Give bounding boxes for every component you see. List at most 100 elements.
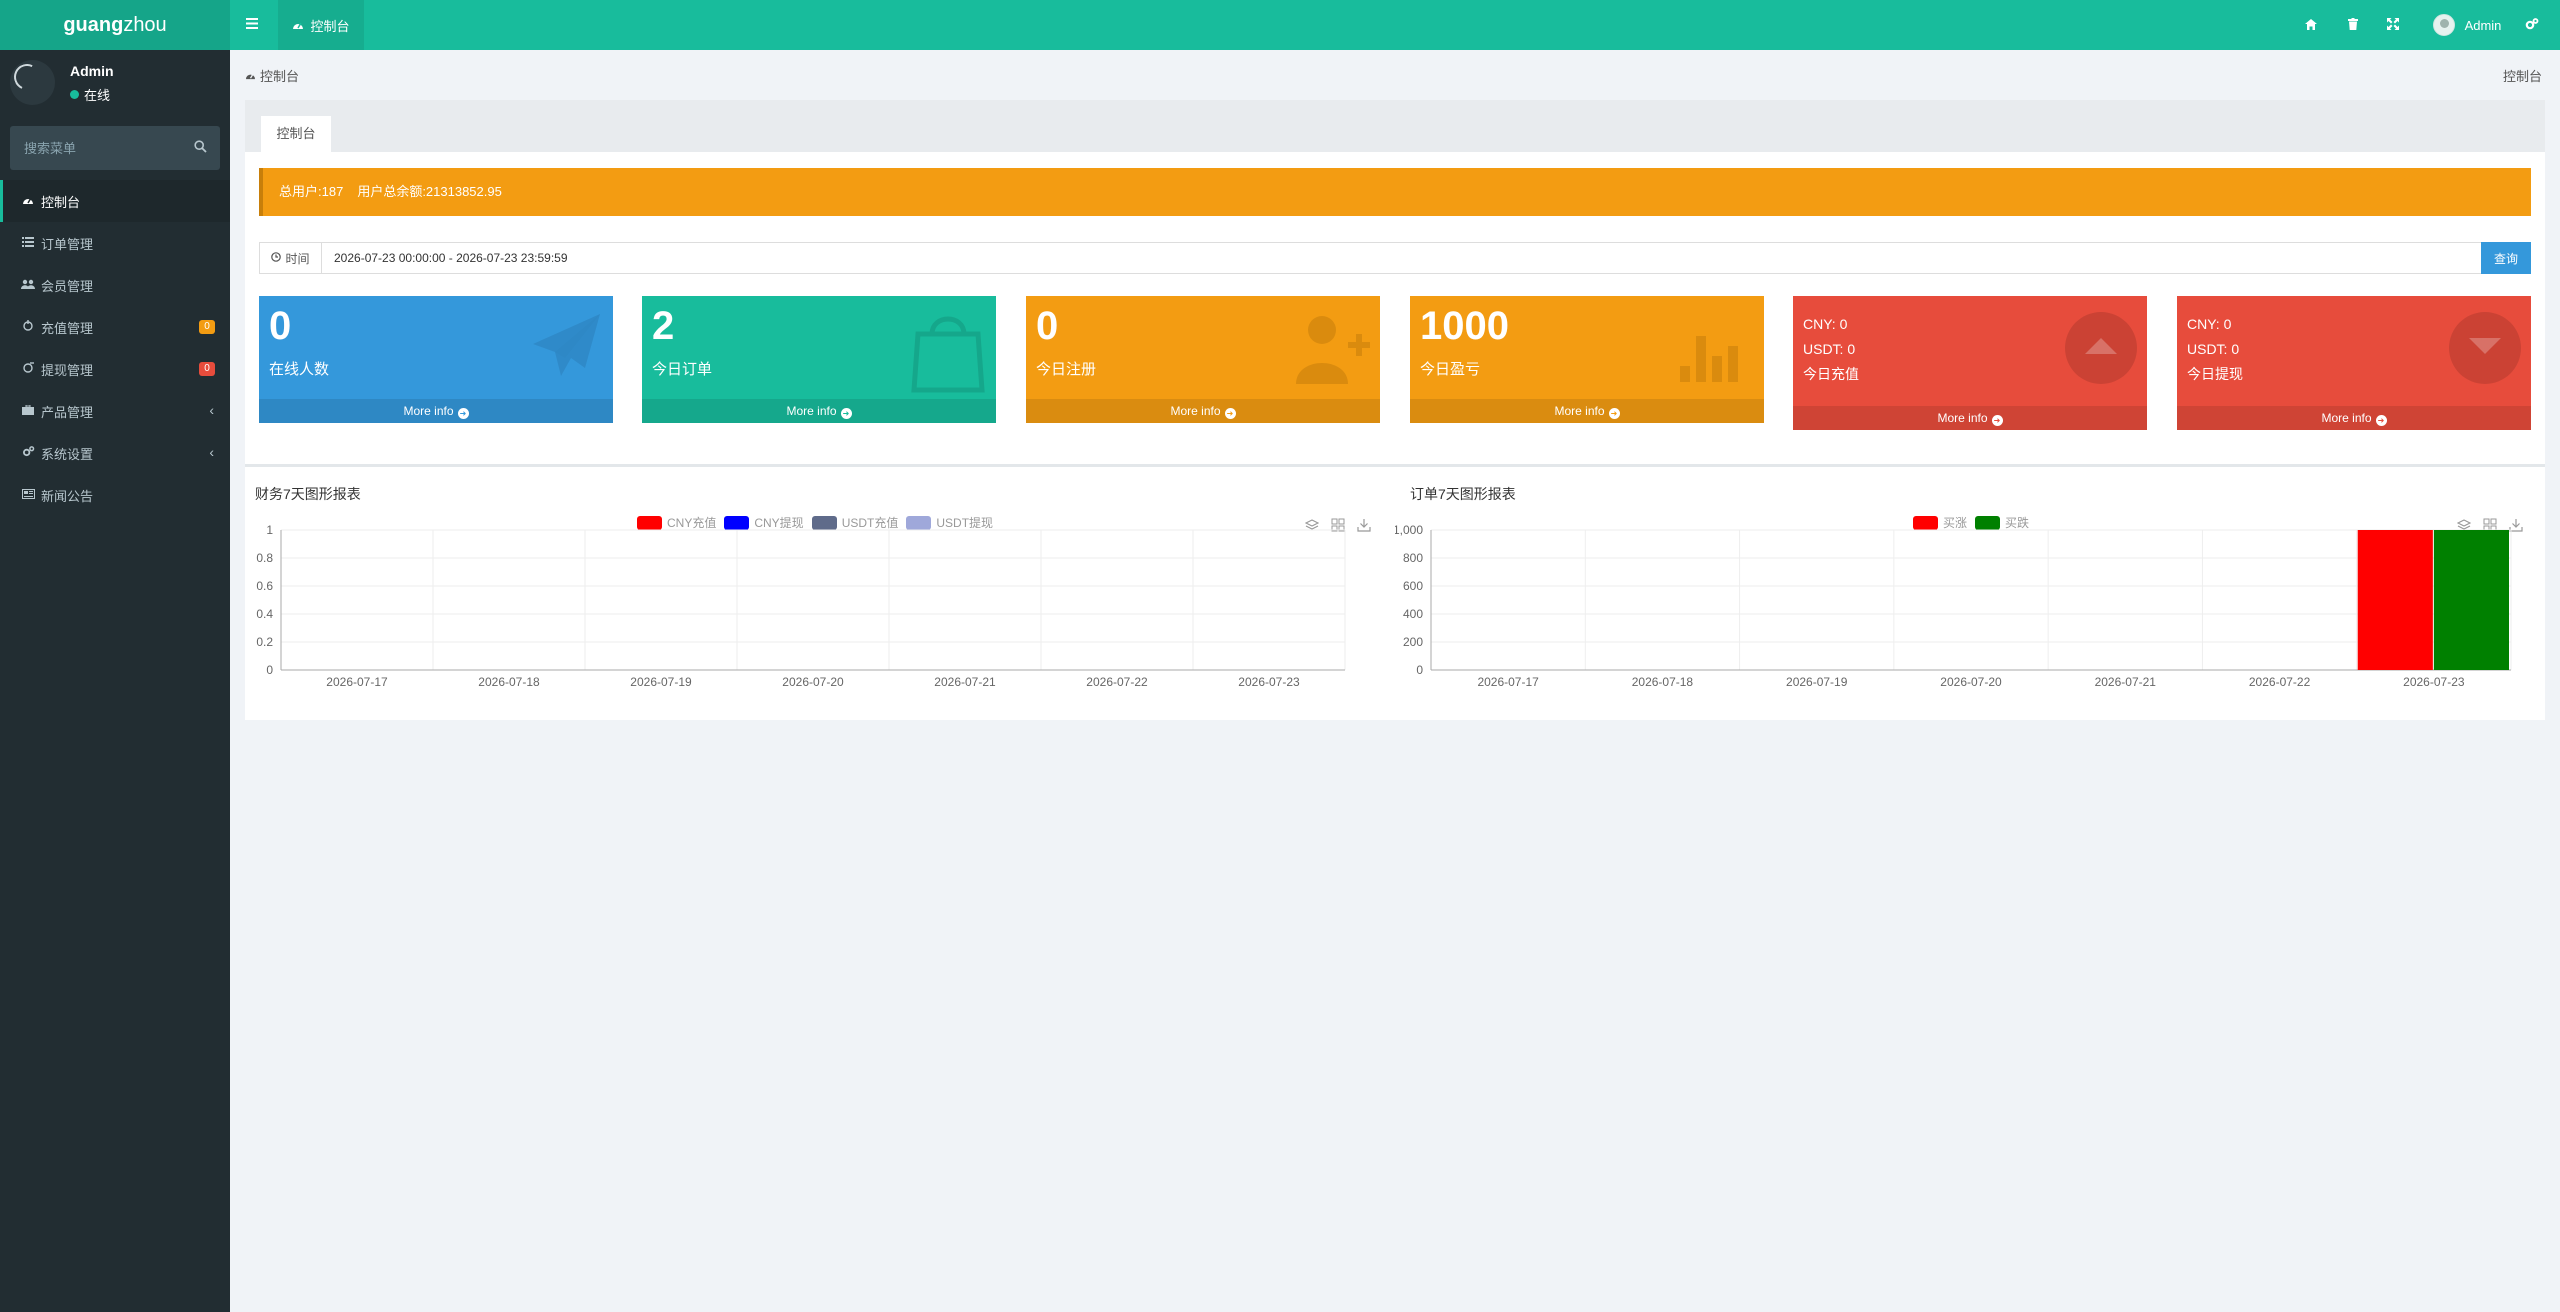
y-tick-label: 0.6 <box>256 579 273 593</box>
time-addon: 时间 <box>260 243 322 273</box>
news-icon <box>20 488 36 502</box>
stat-label: 今日注册 <box>1036 361 1097 378</box>
sidebar-item-label: 会员管理 <box>41 278 94 294</box>
sidebar: Admin 在线 控制台订单管理会员管理充值管理 0 提现管理 0 产品管理 ‹ 系统设置 ‹… <box>0 50 230 1312</box>
y-tick-label: 0.2 <box>256 635 273 649</box>
dashboard-icon <box>245 68 256 83</box>
order-chart: 0 200 400 600 800 1,000 2026-07-17 2026-07-18 20… <box>1395 523 2512 689</box>
query-button[interactable]: 查询 <box>2481 242 2531 274</box>
withdraw-icon <box>20 361 36 377</box>
finance-chart: 0 0.2 0.4 0.6 0.8 1 2026-07-17 2026-07-18 2026-0… <box>256 523 1346 689</box>
date-range-input[interactable] <box>322 243 2482 273</box>
x-tick-label: 2026-07-20 <box>1940 675 2002 689</box>
stat-cny: CNY: 0 <box>2187 316 2232 332</box>
x-tick-label: 2026-07-22 <box>2249 675 2311 689</box>
stat-value: 0 <box>269 304 292 348</box>
x-tick-label: 2026-07-21 <box>2095 675 2157 689</box>
arrow-down-circle-icon <box>2449 312 2521 384</box>
y-tick-label: 1 <box>266 523 273 537</box>
stat-label: 今日订单 <box>652 361 713 378</box>
expand-icon <box>2387 17 2399 33</box>
more-info-link[interactable]: More info ➜ <box>642 399 996 423</box>
sidebar-item-7[interactable]: 新闻公告 <box>0 474 230 516</box>
online-dot-icon <box>70 90 79 99</box>
x-tick-label: 2026-07-18 <box>478 675 540 689</box>
user-plus-icon <box>1292 306 1372 386</box>
bar-chart-icon <box>1676 306 1756 386</box>
stat-today-recharge: CNY: 0 USDT: 0 今日充值 More info ➜ <box>1793 296 2147 430</box>
breadcrumb-label[interactable]: 控制台 <box>260 66 299 85</box>
stat-value: 0 <box>1036 304 1059 348</box>
stat-today-registrations: 0 今日注册 More info ➜ <box>1026 296 1380 423</box>
dashboard-panel: 控制台 总用户:187 用户总余额:21313852.95 时间 查询 0 在线… <box>245 100 2545 720</box>
arrow-up-circle-icon <box>2065 312 2137 384</box>
logo[interactable]: guangzhou <box>0 0 230 50</box>
sidebar-item-5[interactable]: 产品管理 ‹ <box>0 390 230 432</box>
sidebar-item-6[interactable]: 系统设置 ‹ <box>0 432 230 474</box>
user-panel: Admin 在线 <box>0 50 230 114</box>
breadcrumb: 控制台 <box>245 66 299 85</box>
nav-tab-label: 控制台 <box>310 18 350 34</box>
y-tick-label: 600 <box>1403 579 1423 593</box>
sidebar-search <box>10 126 220 170</box>
y-tick-label: 800 <box>1403 551 1423 565</box>
stat-value: 1000 <box>1420 304 1509 348</box>
sidebar-item-0[interactable]: 控制台 <box>0 180 230 222</box>
users-icon <box>20 278 36 292</box>
search-icon[interactable] <box>194 140 208 154</box>
home-button[interactable] <box>2300 0 2322 50</box>
section-divider <box>245 464 2545 467</box>
summary-alert: 总用户:187 用户总余额:21313852.95 <box>259 168 2531 216</box>
stat-label: 今日盈亏 <box>1420 361 1481 378</box>
home-icon <box>2305 18 2317 33</box>
time-label: 时间 <box>285 251 310 266</box>
sidebar-item-2[interactable]: 会员管理 <box>0 264 230 306</box>
user-menu[interactable]: Admin <box>2424 0 2510 50</box>
total-users: 总用户:187 <box>279 184 344 199</box>
more-info-link[interactable]: More info ➜ <box>2177 406 2531 430</box>
sidebar-item-3[interactable]: 充值管理 0 <box>0 306 230 348</box>
more-info-link[interactable]: More info ➜ <box>259 399 613 423</box>
y-tick-label: 400 <box>1403 607 1423 621</box>
sidebar-item-label: 提现管理 <box>41 362 94 378</box>
tab-dashboard[interactable]: 控制台 <box>261 116 331 152</box>
cogs-icon <box>2525 17 2539 33</box>
x-tick-label: 2026-07-17 <box>326 675 388 689</box>
order-chart-title: 订单7天图形报表 <box>1410 486 1516 502</box>
sidebar-item-4[interactable]: 提现管理 0 <box>0 348 230 390</box>
fullscreen-button[interactable] <box>2382 0 2404 50</box>
more-info-link[interactable]: More info ➜ <box>1793 406 2147 430</box>
bar <box>2433 530 2509 670</box>
sidebar-toggle-button[interactable] <box>232 0 272 50</box>
x-tick-label: 2026-07-20 <box>782 675 844 689</box>
clear-cache-button[interactable] <box>2342 0 2364 50</box>
x-tick-label: 2026-07-19 <box>1786 675 1848 689</box>
breadcrumb-current: 控制台 <box>2502 69 2542 84</box>
sidebar-item-label: 产品管理 <box>41 404 94 420</box>
count-badge: 0 <box>199 362 215 376</box>
y-tick-label: 0.8 <box>256 551 273 565</box>
y-tick-label: 1,000 <box>1395 523 1423 537</box>
status-text: 在线 <box>84 88 111 103</box>
briefcase-icon <box>20 404 36 418</box>
list-icon <box>20 236 36 250</box>
header-user-name: Admin <box>2464 17 2502 33</box>
nav-tab-dashboard[interactable]: 控制台 <box>278 0 364 50</box>
stat-label: 今日提现 <box>2187 366 2243 382</box>
sidebar-item-label: 充值管理 <box>41 320 94 336</box>
hamburger-icon <box>246 16 258 34</box>
sidebar-item-label: 控制台 <box>41 194 81 210</box>
search-input[interactable] <box>10 126 190 170</box>
sidebar-item-1[interactable]: 订单管理 <box>0 222 230 264</box>
more-info-link[interactable]: More info ➜ <box>1026 399 1380 423</box>
time-filter: 时间 查询 <box>259 242 2531 274</box>
paper-plane-icon <box>525 306 605 386</box>
stat-cny: CNY: 0 <box>1803 316 1848 332</box>
more-info-link[interactable]: More info ➜ <box>1410 399 1764 423</box>
top-header: guangzhou 控制台 Admin <box>0 0 2560 50</box>
y-tick-label: 0 <box>1416 663 1423 677</box>
panel-tabs: 控制台 <box>245 100 2545 152</box>
y-tick-label: 0 <box>266 663 273 677</box>
dashboard-icon <box>20 194 36 208</box>
control-sidebar-button[interactable] <box>2520 0 2544 50</box>
